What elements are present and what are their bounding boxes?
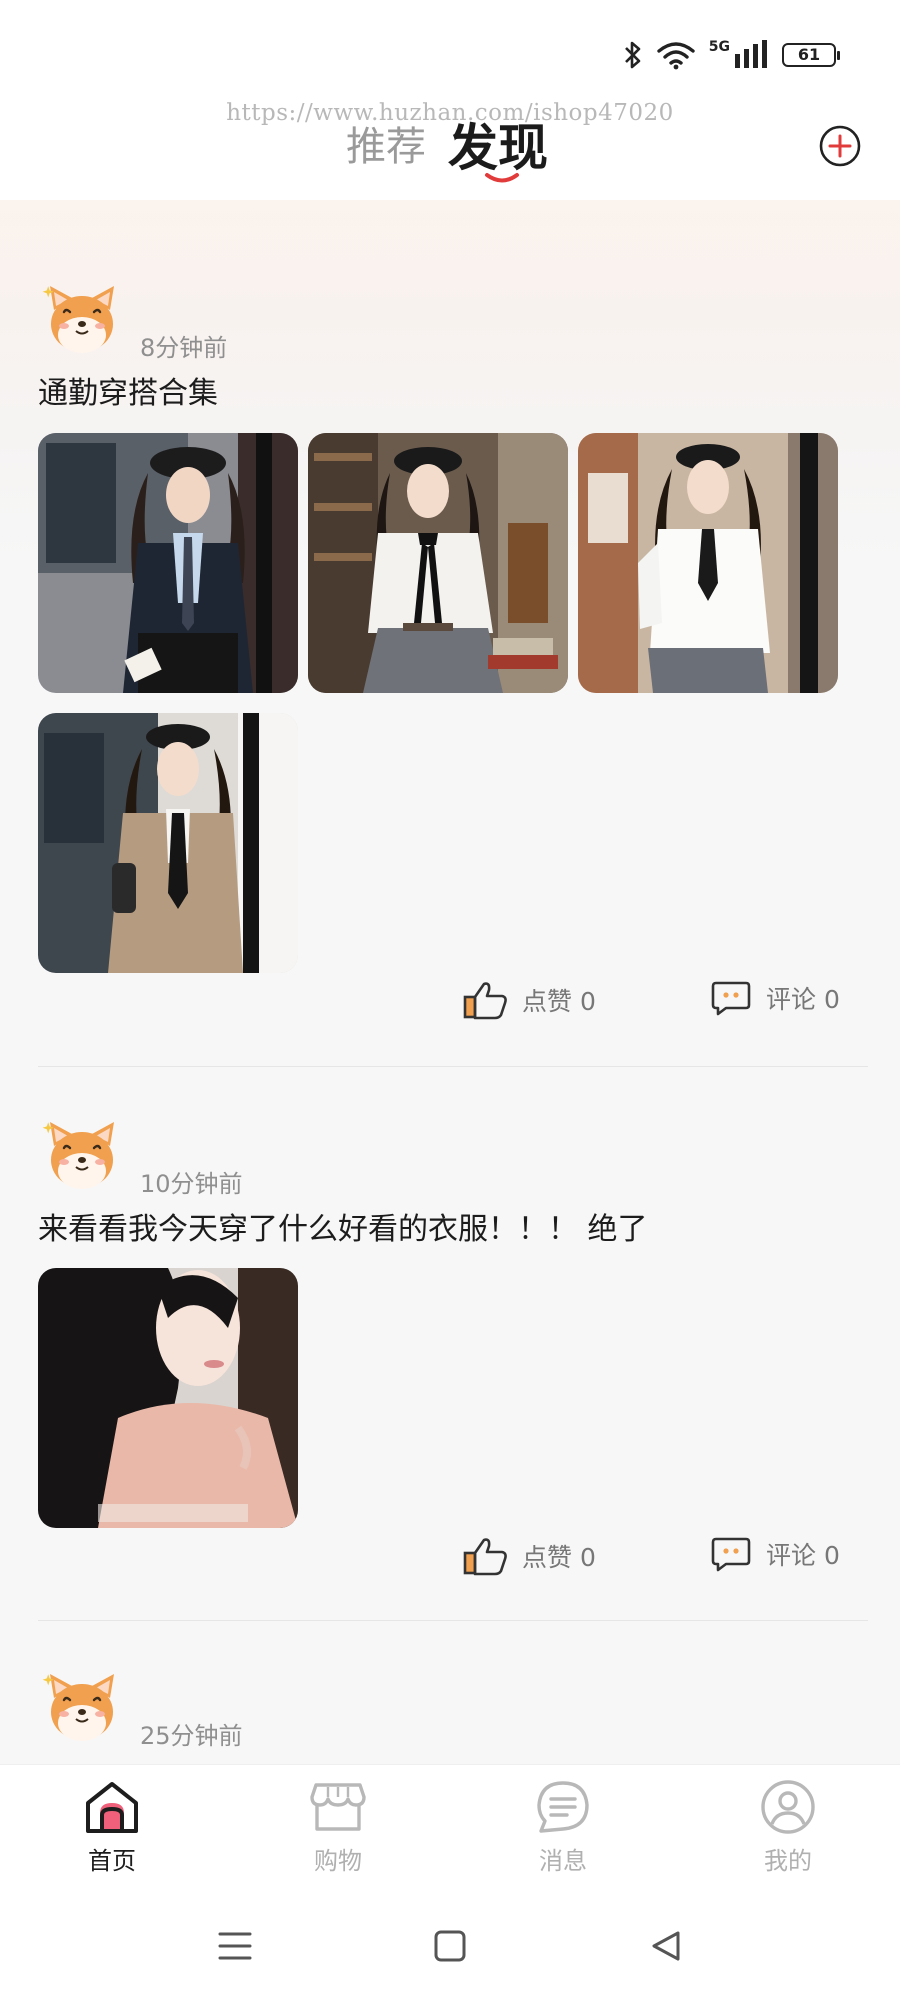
comment-count: 评论 0 <box>766 985 840 1014</box>
post-text: 来看看我今天穿了什么好看的衣服！！！ 绝了 <box>38 1212 648 1247</box>
wifi-icon <box>657 42 695 70</box>
post-photo[interactable] <box>308 433 568 693</box>
shiba-avatar-icon[interactable] <box>42 1668 122 1748</box>
like-count: 点赞 0 <box>522 987 596 1016</box>
comment-count: 评论 0 <box>766 1541 840 1570</box>
post-text: 通勤穿搭合集 <box>38 376 218 411</box>
thumbs-up-icon <box>463 982 507 1020</box>
nav-messages-label: 消息 <box>539 1847 587 1875</box>
thumbs-up-icon <box>463 1538 507 1576</box>
add-post-button[interactable] <box>818 124 862 168</box>
nav-shop-label: 购物 <box>314 1847 362 1875</box>
nav-home-label: 首页 <box>88 1847 136 1875</box>
back-triangle-icon[interactable] <box>650 1930 682 1962</box>
comment-button[interactable]: 评论 0 <box>710 980 840 1016</box>
tab-discover[interactable]: 发现 <box>448 108 548 180</box>
comment-icon <box>711 1537 751 1572</box>
signal-icon <box>735 40 767 68</box>
nav-messages[interactable]: 消息 <box>503 1779 623 1876</box>
post-photo[interactable] <box>38 433 298 693</box>
post-photo[interactable] <box>578 433 838 693</box>
system-navigation-bar <box>0 1890 900 2000</box>
shop-icon <box>310 1783 366 1831</box>
profile-icon <box>761 1780 815 1834</box>
active-tab-indicator <box>485 173 519 183</box>
comment-button[interactable]: 评论 0 <box>710 1536 840 1572</box>
status-icons: 5G 61 <box>623 39 840 70</box>
nav-home[interactable]: 首页 <box>52 1779 172 1876</box>
shiba-avatar-icon[interactable] <box>42 280 122 360</box>
post-photo[interactable] <box>38 713 298 973</box>
menu-icon[interactable] <box>218 1930 252 1962</box>
home-icon <box>86 1782 138 1833</box>
post-divider <box>38 1620 868 1621</box>
top-header: https://www.huzhan.com/ishop47020 推荐 发现 <box>0 100 900 200</box>
status-bar: 5G 61 <box>0 0 900 100</box>
battery-indicator: 61 <box>782 43 840 67</box>
post-time: 25分钟前 <box>140 1722 243 1750</box>
network-5g-label: 5G <box>708 39 730 55</box>
bottom-navigation: 首页 购物 消息 我的 <box>0 1764 900 1890</box>
tab-recommend[interactable]: 推荐 <box>346 114 426 172</box>
post-divider <box>38 1066 868 1067</box>
comment-icon <box>711 981 751 1016</box>
post-time: 10分钟前 <box>140 1170 243 1198</box>
like-button[interactable]: 点赞 0 <box>462 980 596 1020</box>
shiba-avatar-icon[interactable] <box>42 1116 122 1196</box>
home-square-icon[interactable] <box>434 1930 466 1962</box>
discover-feed[interactable]: 8分钟前 通勤穿搭合集 点赞 0 评论 0 10分钟前 来看看我今天穿了什么好看… <box>0 200 900 1764</box>
battery-level: 61 <box>797 45 821 64</box>
post-actions: 点赞 0 评论 0 <box>0 1536 900 1586</box>
post-photo[interactable] <box>38 1268 298 1528</box>
post-time: 8分钟前 <box>140 334 228 362</box>
nav-profile[interactable]: 我的 <box>728 1779 848 1876</box>
message-icon <box>537 1781 589 1833</box>
nav-shop[interactable]: 购物 <box>278 1779 398 1876</box>
post-actions: 点赞 0 评论 0 <box>0 980 900 1030</box>
like-button[interactable]: 点赞 0 <box>462 1536 596 1576</box>
bluetooth-icon <box>624 41 641 69</box>
like-count: 点赞 0 <box>522 1543 596 1572</box>
nav-profile-label: 我的 <box>764 1847 812 1875</box>
